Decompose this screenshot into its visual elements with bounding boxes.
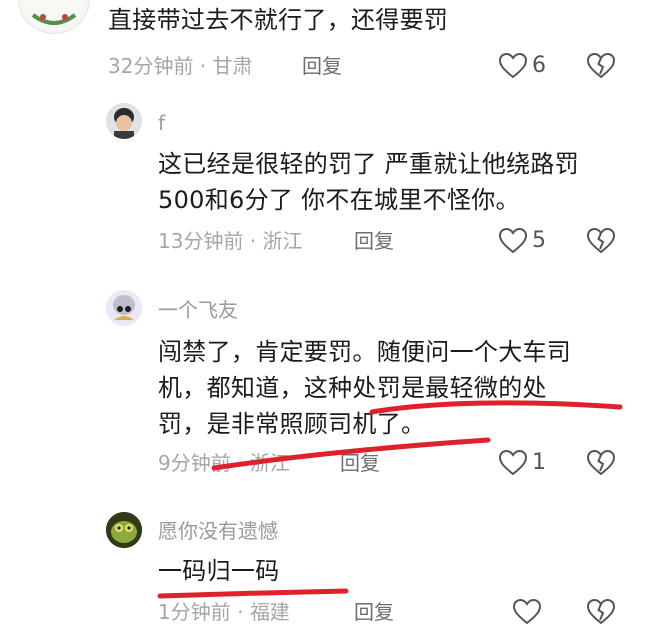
heart-icon[interactable] (512, 598, 542, 626)
comment-meta: 9分钟前 · 浙江 (158, 451, 290, 475)
comment-time: 1分钟前 (158, 600, 231, 624)
avatar[interactable] (18, 0, 90, 34)
comment-time: 13分钟前 (158, 229, 244, 253)
comment-text: 一码归一码 (158, 553, 280, 589)
comment-location: 浙江 (249, 451, 290, 475)
username[interactable]: 一个飞友 (158, 296, 238, 324)
broken-heart-icon[interactable] (586, 52, 616, 80)
comment-line: 罚，是非常照顾司机了。 (158, 410, 426, 438)
username[interactable]: 愿你没有遗憾 (158, 517, 278, 545)
heart-icon[interactable] (498, 449, 528, 477)
comment-line: 闯禁了，肯定要罚。随便问一个大车司 (158, 338, 572, 366)
comment-time: 32分钟前 (108, 54, 194, 78)
comment-location: 浙江 (262, 229, 303, 253)
comment-time: 9分钟前 (158, 451, 231, 475)
comment-text: 直接带过去不就行了，还得要罚 (108, 2, 448, 38)
comment-text: 闯禁了，肯定要罚。随便问一个大车司 机，都知道，这种处罚是最轻微的处 罚，是非常… (158, 334, 571, 442)
comment-meta: 1分钟前 · 福建 (158, 600, 290, 624)
like-count: 1 (532, 450, 546, 475)
comment-text: 这已经是很轻的罚了 严重就让他绕路罚 500和6分了 你不在城里不怪你。 (158, 146, 579, 218)
reply-button[interactable]: 回复 (340, 449, 380, 477)
broken-heart-icon[interactable] (586, 227, 616, 255)
reply-button[interactable]: 回复 (302, 52, 342, 80)
avatar[interactable] (106, 290, 142, 326)
comment-meta: 32分钟前 · 甘肃 (108, 54, 253, 78)
annotation-underline (157, 588, 349, 599)
comment-line: 机，都知道，这种处罚是最轻微的处 (158, 374, 547, 402)
avatar[interactable] (106, 103, 142, 139)
like-count: 5 (532, 228, 546, 253)
annotation-underlines (157, 400, 623, 599)
comment-line: 一码归一码 (158, 557, 280, 585)
comment-line: 直接带过去不就行了，还得要罚 (108, 6, 449, 34)
comment-line: 500和6分了 你不在城里不怪你。 (158, 186, 520, 214)
comment-line: 这已经是很轻的罚了 严重就让他绕路罚 (158, 150, 580, 178)
comment-meta: 13分钟前 · 浙江 (158, 229, 303, 253)
username[interactable]: f (158, 109, 165, 137)
broken-heart-icon[interactable] (586, 449, 616, 477)
broken-heart-icon[interactable] (586, 598, 616, 626)
avatar[interactable] (106, 512, 142, 548)
like-count: 6 (532, 53, 546, 78)
comment-location: 甘肃 (212, 54, 253, 78)
reply-button[interactable]: 回复 (354, 227, 394, 255)
heart-icon[interactable] (498, 227, 528, 255)
comment-location: 福建 (249, 600, 290, 624)
heart-icon[interactable] (498, 52, 528, 80)
reply-button[interactable]: 回复 (354, 598, 394, 626)
